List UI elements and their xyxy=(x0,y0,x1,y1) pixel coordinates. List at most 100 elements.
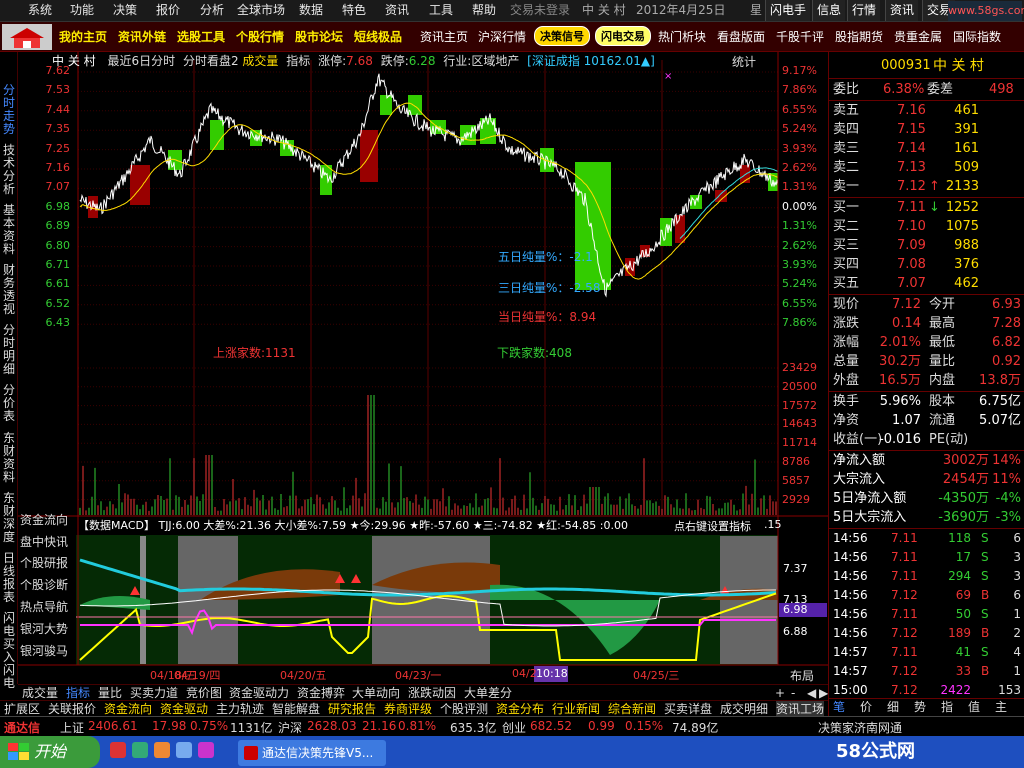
ext-tab-fund-distribution[interactable]: 资金分布 xyxy=(496,701,544,717)
taskbar-window-button[interactable]: 通达信决策先锋V5... xyxy=(238,740,386,766)
tick-row[interactable]: 14:56 7.11 294 S 3 xyxy=(829,567,1024,586)
pct-tick: 3.93% xyxy=(782,258,817,271)
bottom-tab-trend[interactable]: 势 xyxy=(914,699,926,715)
subtab-big-order[interactable]: 大单动向 xyxy=(352,685,400,701)
left-label-hot-nav[interactable]: 热点导航 xyxy=(20,598,68,615)
subtab-fund-drive[interactable]: 资金驱动力 xyxy=(229,685,289,701)
ext-tab-workshop[interactable]: 资讯工场 xyxy=(776,701,825,717)
stat-row: 净资 1.07 流通 5.07亿 xyxy=(829,411,1024,430)
left-label-galaxy-trend[interactable]: 银河大势 xyxy=(20,620,68,637)
bottom-tab-detail[interactable]: 细 xyxy=(887,699,899,715)
macd-tick-4: 6.88 xyxy=(783,625,808,638)
tick-row[interactable]: 14:56 7.11 17 S 3 xyxy=(829,548,1024,567)
left-label-galaxy-horse[interactable]: 银河骏马 xyxy=(20,642,68,659)
subtab-reason[interactable]: 涨跌动因 xyxy=(408,685,456,701)
ext-tab-fund-drive[interactable]: 资金驱动 xyxy=(160,701,208,717)
subtab-auction[interactable]: 竞价图 xyxy=(186,685,222,701)
ext-tab-rating[interactable]: 券商评级 xyxy=(384,701,432,717)
level-price: 7.10 xyxy=(897,219,926,234)
bottom-tab-index[interactable]: 指 xyxy=(941,699,953,715)
flow-label: 5日净流入额 xyxy=(833,491,907,506)
stats-button[interactable]: 统计 xyxy=(732,53,756,70)
left-label-flash-news[interactable]: 盘中快讯 xyxy=(20,533,68,550)
ext-tab-general-news[interactable]: 综合新闻 xyxy=(608,701,656,717)
ext-tab-trades[interactable]: 成交明细 xyxy=(720,701,768,717)
hs-index-label: 沪深 xyxy=(278,721,303,735)
price-tick: 7.07 xyxy=(45,180,71,194)
subtab-fund-game[interactable]: 资金搏弈 xyxy=(297,685,345,701)
order-level[interactable]: 卖三 7.14 161 xyxy=(829,139,1024,158)
order-level[interactable]: 买五 7.07 462 xyxy=(829,274,1024,293)
pager-minus[interactable]: - xyxy=(791,685,795,701)
left-label-diagnosis[interactable]: 个股诊断 xyxy=(20,576,68,593)
sep xyxy=(829,78,1024,79)
quicklaunch-icon-4[interactable] xyxy=(176,742,192,758)
bottom-tab-value[interactable]: 值 xyxy=(968,699,980,715)
ext-tab-smart-analysis[interactable]: 智能解盘 xyxy=(272,701,320,717)
order-level[interactable]: 卖四 7.15 391 xyxy=(829,120,1024,139)
subtab-buy-sell-force[interactable]: 买卖力道 xyxy=(130,685,178,701)
left-label-research[interactable]: 个股研报 xyxy=(20,554,68,571)
subtab-indicator[interactable]: 指标 xyxy=(66,685,90,701)
subtab-volume[interactable]: 成交量 xyxy=(22,685,58,701)
order-level[interactable]: 卖一 7.12 ↑ 2133 xyxy=(829,177,1024,196)
macd-tick-1: 7.37 xyxy=(783,562,808,575)
level-label: 买二 xyxy=(833,219,860,234)
order-level[interactable]: 卖二 7.13 509 xyxy=(829,158,1024,177)
quicklaunch-icon-3[interactable] xyxy=(154,742,170,758)
bottom-tab-main[interactable]: 主 xyxy=(995,699,1007,715)
quote-header: 000931 中 关 村 xyxy=(829,56,1024,76)
tick-row[interactable]: 14:56 7.12 69 B 6 xyxy=(829,586,1024,605)
ext-tab-research[interactable]: 研究报告 xyxy=(328,701,376,717)
pct-tick: 7.86% xyxy=(782,83,817,97)
ext-tab-related[interactable]: 关联报价 xyxy=(48,701,96,717)
order-level[interactable]: 买一 7.11 ↓ 1252 xyxy=(829,198,1024,217)
arrow-up-icon: ↑ xyxy=(929,179,940,194)
pager-plus[interactable]: + xyxy=(775,685,785,701)
subtab-volume-ratio[interactable]: 量比 xyxy=(98,685,122,701)
bottom-tab-price[interactable]: 价 xyxy=(860,699,872,715)
stat-row: 总量 30.2万 量比 0.92 xyxy=(829,352,1024,371)
order-level[interactable]: 卖五 7.16 461 xyxy=(829,101,1024,120)
quicklaunch-icon-1[interactable] xyxy=(110,742,126,758)
order-level[interactable]: 买三 7.09 988 xyxy=(829,236,1024,255)
tick-row[interactable]: 14:56 7.11 118 S 6 xyxy=(829,529,1024,548)
tick-row[interactable]: 14:57 7.11 41 S 4 xyxy=(829,643,1024,662)
ext-tab-main-track[interactable]: 主力轨迹 xyxy=(216,701,264,717)
pager-prev[interactable]: ◀ xyxy=(807,685,816,701)
ext-tab-extension[interactable]: 扩展区 xyxy=(4,701,40,717)
price-tick: 6.98 xyxy=(45,199,71,213)
price-line xyxy=(79,73,779,298)
level-price: 7.13 xyxy=(897,160,926,175)
tick-row[interactable]: 14:56 7.12 189 B 2 xyxy=(829,624,1024,643)
limit-down-value: 6.28 xyxy=(408,54,436,68)
left-label-fund-flow[interactable]: 资金流向 xyxy=(20,511,68,528)
set-indicator-hint[interactable]: 点右键设置指标 xyxy=(672,518,753,534)
tick-volume: 41 xyxy=(955,645,971,659)
date-label-6: 04/25/三 xyxy=(633,669,680,682)
chart-indicator-label[interactable]: 指标 xyxy=(286,54,310,68)
order-level[interactable]: 买四 7.08 376 xyxy=(829,255,1024,274)
quicklaunch-icon-2[interactable] xyxy=(132,742,148,758)
ext-tab-industry-news[interactable]: 行业新闻 xyxy=(552,701,600,717)
ext-tab-detail[interactable]: 买卖详盘 xyxy=(664,701,712,717)
stat-label: PE(动) xyxy=(929,432,969,447)
stat-label: 今开 xyxy=(929,297,956,312)
subtab-big-diff[interactable]: 大单差分 xyxy=(464,685,512,701)
order-level[interactable]: 买二 7.10 1075 xyxy=(829,217,1024,236)
ext-tab-evaluation[interactable]: 个股评测 xyxy=(440,701,488,717)
tick-count: 4 xyxy=(1013,645,1021,659)
tick-row[interactable]: 14:57 7.12 33 B 1 xyxy=(829,662,1024,681)
hs-index-value: 2628.03 xyxy=(307,719,357,733)
tick-side: S xyxy=(981,531,989,545)
quicklaunch-icon-5[interactable] xyxy=(198,742,214,758)
layout-button[interactable]: 布局 xyxy=(790,667,814,684)
tick-volume: 17 xyxy=(955,550,971,564)
bottom-tab-trades[interactable]: 笔 xyxy=(833,699,845,715)
chart-kanpan[interactable]: 分时看盘2 xyxy=(183,54,239,68)
tick-row[interactable]: 14:56 7.11 50 S 1 xyxy=(829,605,1024,624)
stat-value: 5.96% xyxy=(879,394,921,409)
pager-next[interactable]: ▶ xyxy=(819,685,828,701)
ext-tab-fund-flow[interactable]: 资金流向 xyxy=(104,701,152,717)
price-tick: 7.16 xyxy=(45,161,71,174)
